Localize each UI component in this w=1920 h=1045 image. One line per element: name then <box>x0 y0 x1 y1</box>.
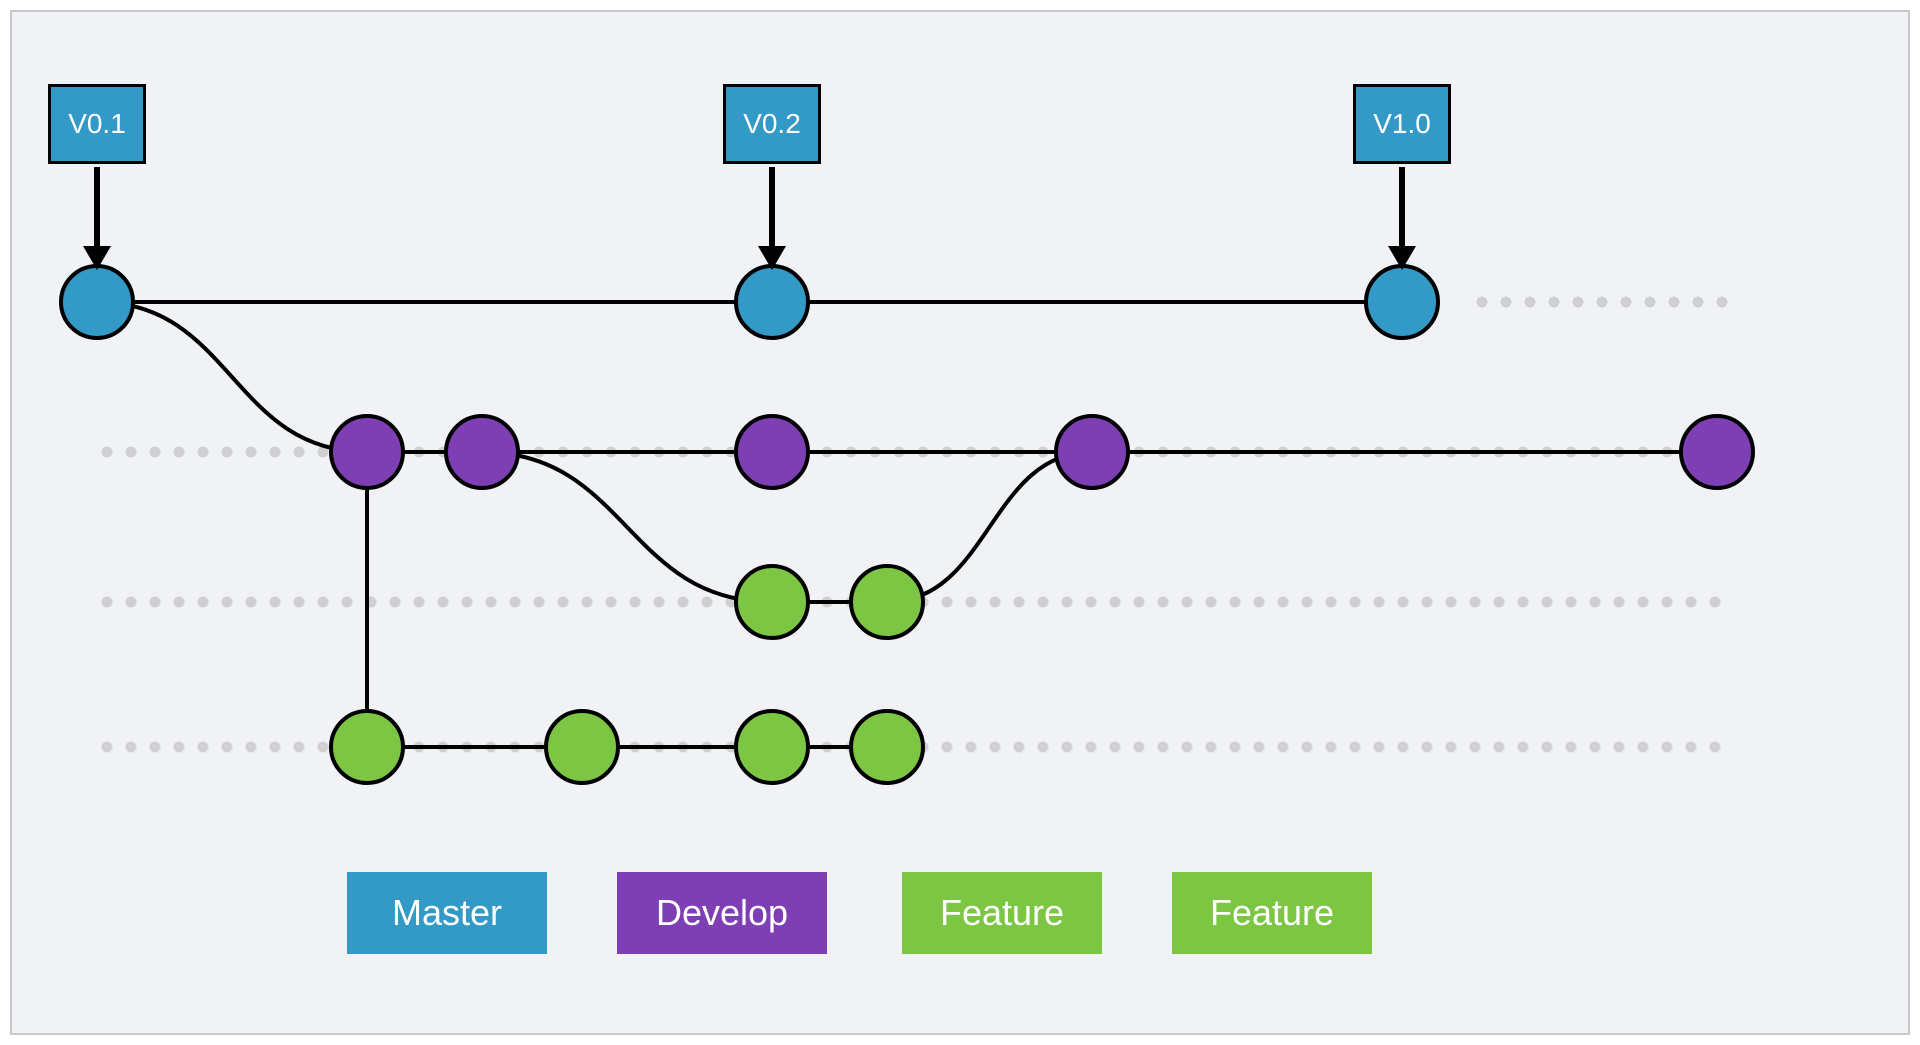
legend-master: Master <box>347 872 547 954</box>
version-arrows <box>83 167 1416 270</box>
lane-dots <box>102 297 1728 753</box>
commit-nodes <box>61 266 1753 783</box>
version-tag-0: V0.1 <box>48 84 146 164</box>
version-label: V1.0 <box>1373 108 1431 140</box>
legend-label: Feature <box>1210 892 1334 934</box>
legend-feature-1: Feature <box>902 872 1102 954</box>
gitflow-diagram: V0.1 V0.2 V1.0 Master Develop Feature Fe… <box>10 10 1910 1035</box>
legend-develop: Develop <box>617 872 827 954</box>
legend-label: Feature <box>940 892 1064 934</box>
branch-lines <box>97 302 1717 747</box>
version-label: V0.1 <box>68 108 126 140</box>
version-label: V0.2 <box>743 108 801 140</box>
version-tag-1: V0.2 <box>723 84 821 164</box>
legend-label: Develop <box>656 892 788 934</box>
legend-feature-2: Feature <box>1172 872 1372 954</box>
version-tag-2: V1.0 <box>1353 84 1451 164</box>
legend-label: Master <box>392 892 502 934</box>
